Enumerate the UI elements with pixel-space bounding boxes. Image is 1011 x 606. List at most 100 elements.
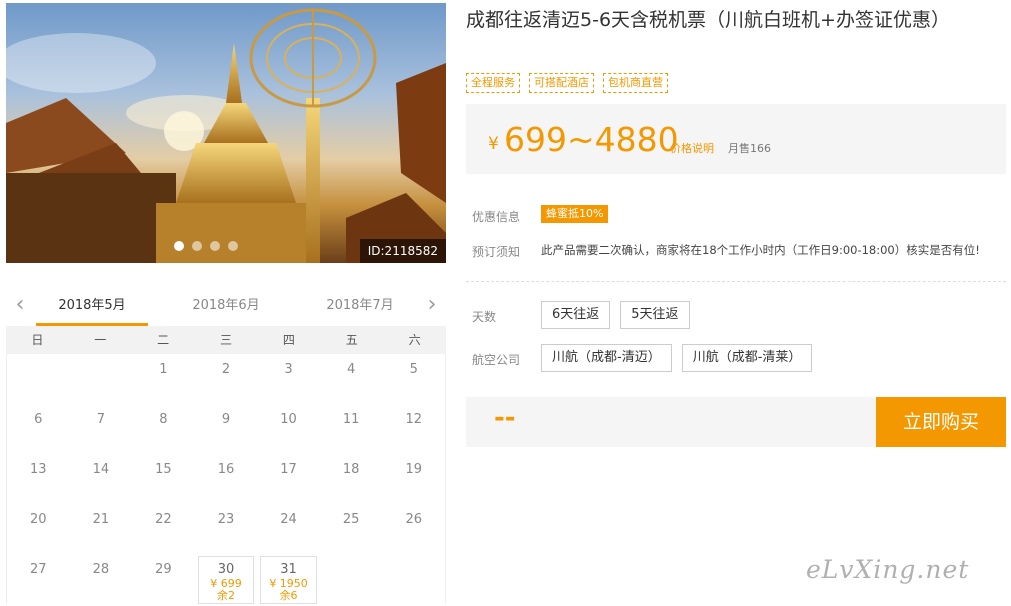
weekday-label: 六 — [408, 333, 421, 347]
calendar-day: 6 — [7, 404, 70, 454]
chevron-right-icon[interactable]: › — [422, 294, 442, 318]
weekday-label: 四 — [282, 333, 295, 347]
calendar-day: 21 — [70, 504, 133, 554]
days-options: 6天往返 5天往返 — [541, 301, 690, 329]
buy-now-button[interactable]: 立即购买 — [876, 397, 1006, 447]
calendar-day-number: 1 — [159, 362, 168, 377]
tab-month-2018-05[interactable]: 2018年5月 — [36, 290, 148, 326]
carousel-dot[interactable] — [210, 241, 220, 251]
calendar-day-number: 7 — [96, 412, 105, 427]
calendar-day-number: 9 — [221, 412, 231, 427]
service-tag: 可搭配酒店 — [529, 73, 594, 93]
calendar-day: 23 — [195, 504, 258, 554]
calendar-day[interactable]: 30 ¥ 699 余2 — [197, 556, 255, 604]
weekday-label: 一 — [94, 333, 107, 347]
price-range: 699~4880 — [504, 120, 679, 159]
calendar-day-number: 21 — [92, 512, 110, 527]
calendar-day: 10 — [257, 404, 320, 454]
option-airline-chiangrai[interactable]: 川航（成都-清莱） — [681, 344, 813, 372]
calendar-day: 27 — [7, 554, 70, 604]
calendar-day-number: 30 — [217, 562, 235, 577]
calendar-day-number: 6 — [34, 412, 43, 427]
calendar-day-number: 13 — [30, 462, 47, 477]
calendar-day-number: 16 — [217, 462, 235, 477]
calendar-day-grid: 1 2 3 4 5 6 7 8 9 10 11 12 13 14 15 16 17 18 19 20 21 22 23 24 2… — [6, 354, 446, 604]
airline-label: 航空公司 — [472, 353, 521, 367]
weekday-label: 日 — [31, 333, 44, 347]
carousel-dot[interactable] — [192, 241, 202, 251]
calendar-day: 7 — [70, 404, 133, 454]
site-watermark: eLvXing.net — [806, 555, 970, 584]
notice-label: 预订须知 — [472, 245, 521, 259]
calendar-day: 14 — [70, 454, 133, 504]
calendar-day-number: 2 — [221, 362, 231, 377]
calendar-day: 9 — [195, 404, 258, 454]
calendar-day-number: 18 — [342, 462, 360, 477]
calendar-day: 5 — [382, 354, 445, 404]
currency-symbol: ¥ — [488, 134, 499, 154]
calendar-day-number: 14 — [92, 462, 110, 477]
calendar-day-number: 4 — [346, 362, 356, 377]
price-panel: ¥ 699~4880 价格说明 月售166 — [466, 104, 1006, 174]
calendar-day-stock: 余6 — [279, 589, 298, 602]
calendar-day: 15 — [132, 454, 195, 504]
calendar-day: 29 — [132, 554, 195, 604]
calendar-day-number: 8 — [159, 412, 168, 427]
calendar-month-tabs: 2018年5月 2018年6月 2018年7月 — [36, 290, 416, 326]
calendar-day-number: 27 — [30, 562, 47, 577]
discount-badge: 蜂蜜抵10% — [541, 205, 609, 223]
calendar-day: 16 — [195, 454, 258, 504]
price-explanation-link[interactable]: 价格说明 — [670, 140, 714, 156]
service-tag: 全程服务 — [466, 73, 520, 93]
weekday-label: 五 — [345, 333, 358, 347]
product-title: 成都往返清迈5-6天含税机票（川航白班机+办签证优惠） — [466, 9, 950, 31]
airline-options: 川航（成都-清迈） 川航（成都-清莱） — [541, 344, 813, 372]
calendar-day: 26 — [382, 504, 445, 554]
service-tags: 全程服务 可搭配酒店 包机商直营 — [466, 73, 668, 93]
calendar-empty-cell — [7, 354, 70, 404]
monthly-sales: 月售166 — [728, 142, 771, 155]
calendar-day: 13 — [7, 454, 70, 504]
calendar-day-number: 28 — [92, 562, 110, 577]
calendar-day-number: 3 — [284, 362, 293, 377]
weekday-label: 二 — [157, 333, 170, 347]
calendar-day-number: 19 — [405, 462, 422, 477]
calendar-day-number: 12 — [405, 412, 422, 427]
carousel-dot[interactable] — [174, 241, 184, 251]
calendar-day: 20 — [7, 504, 70, 554]
calendar-day-number: 11 — [342, 412, 360, 427]
calendar-day: 19 — [382, 454, 445, 504]
calendar-day-number: 10 — [280, 412, 297, 427]
calendar-day-number: 15 — [155, 462, 172, 477]
purchase-bar: -- 立即购买 — [466, 397, 1006, 447]
option-6-days[interactable]: 6天往返 — [541, 301, 611, 329]
calendar-day: 25 — [320, 504, 383, 554]
calendar-day-number: 31 — [280, 562, 297, 577]
calendar-day: 24 — [257, 504, 320, 554]
departure-calendar: ‹ 2018年5月 2018年6月 2018年7月 › 日 一 二 三 四 五 … — [6, 290, 446, 604]
calendar-day-number: 17 — [280, 462, 297, 477]
calendar-day-number: 22 — [155, 512, 172, 527]
carousel-indicators — [174, 241, 238, 251]
service-tag: 包机商直营 — [603, 73, 668, 93]
calendar-day: 18 — [320, 454, 383, 504]
temple-illustration — [6, 8, 446, 263]
chevron-left-icon[interactable]: ‹ — [10, 294, 30, 318]
product-id-badge: ID:2118582 — [359, 239, 446, 263]
calendar-day: 12 — [382, 404, 445, 454]
option-5-days[interactable]: 5天往返 — [620, 301, 690, 329]
option-airline-chiangmai[interactable]: 川航（成都-清迈） — [541, 344, 672, 372]
tab-month-2018-07[interactable]: 2018年7月 — [304, 290, 416, 326]
calendar-day: 4 — [320, 354, 383, 404]
carousel-dot[interactable] — [228, 241, 238, 251]
calendar-day: 8 — [132, 404, 195, 454]
calendar-day[interactable]: 31 ¥ 1950 余6 — [260, 556, 317, 604]
tab-month-2018-06[interactable]: 2018年6月 — [170, 290, 282, 326]
calendar-day-number: 24 — [280, 512, 297, 527]
total-price: -- — [494, 403, 516, 433]
calendar-weekday-header: 日 一 二 三 四 五 六 — [6, 326, 446, 354]
calendar-day: 3 — [257, 354, 320, 404]
product-hero-image: ID:2118582 — [6, 3, 446, 263]
calendar-day: 22 — [132, 504, 195, 554]
calendar-day-number: 26 — [405, 512, 422, 527]
